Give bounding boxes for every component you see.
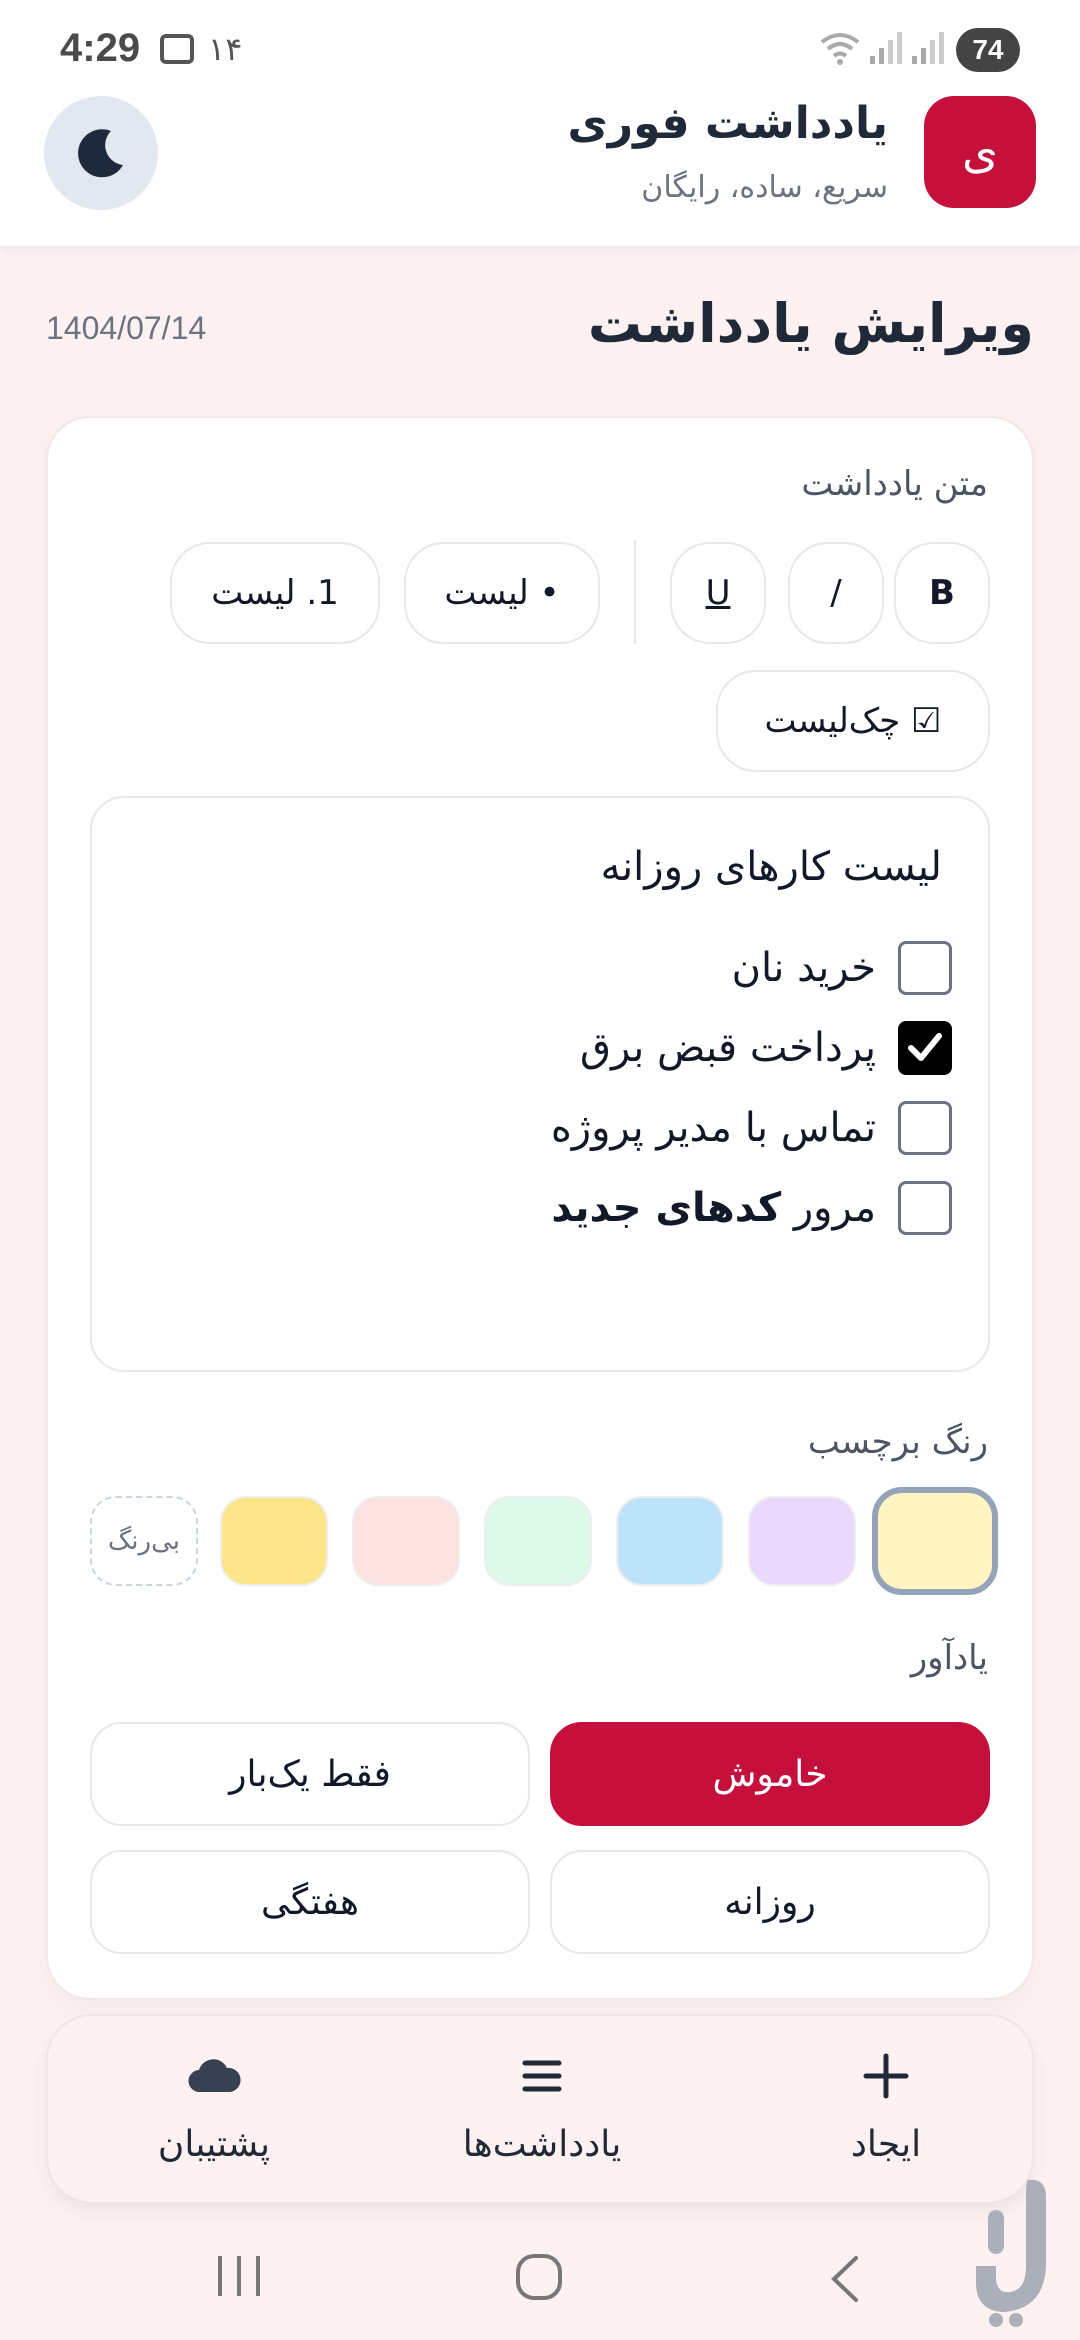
note-date: 1404/07/14 — [46, 310, 207, 346]
nav-notes-label: یادداشت‌ها — [462, 2124, 622, 2165]
bottom-navigation: ایجاد یادداشت‌ها پشتیبان — [46, 2014, 1034, 2204]
color-swatch-none[interactable]: بی‌رنگ — [90, 1496, 198, 1586]
nav-notes[interactable]: یادداشت‌ها — [392, 2016, 692, 2206]
screen-record-icon — [160, 34, 194, 64]
color-swatch-gold[interactable] — [220, 1496, 328, 1586]
nav-create-label: ایجاد — [850, 2124, 922, 2165]
checkbox-checked[interactable] — [898, 1021, 952, 1075]
app-subtitle: سریع، ساده، رایگان — [641, 170, 888, 205]
color-swatch-blue[interactable] — [616, 1496, 724, 1586]
status-time: 4:29 — [60, 26, 141, 70]
checklist-item-text-plain: مرور — [793, 1185, 876, 1231]
checklist-item-text-bold: کدهای جدید — [551, 1185, 782, 1231]
cloud-icon — [188, 2059, 241, 2093]
editor-label: متن یادداشت — [801, 464, 988, 504]
checklist-item-text: پرداخت قبض برق — [580, 1025, 876, 1071]
recent-apps-icon[interactable] — [214, 2254, 264, 2298]
signal-icon — [912, 32, 944, 64]
checklist-item[interactable]: پرداخت قبض برق — [580, 1020, 952, 1076]
battery-indicator: 74 — [956, 28, 1020, 72]
note-heading: لیست کارهای روزانه — [600, 844, 942, 890]
checklist-item-text: مرور کدهای جدید — [551, 1185, 876, 1231]
checklist-item-text: تماس با مدیر پروژه — [550, 1105, 876, 1151]
checklist-item-text: خرید نان — [731, 945, 876, 991]
checklist-item[interactable]: تماس با مدیر پروژه — [551, 1100, 952, 1156]
bold-button[interactable]: B — [894, 542, 990, 644]
nav-backup[interactable]: پشتیبان — [64, 2016, 364, 2206]
checklist-item[interactable]: مرور کدهای جدید — [551, 1180, 952, 1236]
app-bar — [0, 100, 1080, 248]
checklist-item[interactable]: خرید نان — [732, 940, 952, 996]
app-title: یادداشت فوری — [567, 98, 888, 149]
reminder-daily-button[interactable]: روزانه — [550, 1850, 990, 1954]
checkbox[interactable] — [898, 941, 952, 995]
app-logo: ی — [924, 96, 1036, 208]
underline-button[interactable]: U — [670, 542, 766, 644]
moon-icon — [78, 129, 123, 178]
bullet-list-button[interactable]: • لیست — [404, 542, 600, 644]
reminder-weekly-button[interactable]: هفتگی — [90, 1850, 530, 1954]
check-icon — [908, 1033, 942, 1061]
theme-toggle-button[interactable] — [44, 96, 158, 210]
reminder-off-button[interactable]: خاموش — [550, 1722, 990, 1826]
signal-icon — [870, 32, 902, 64]
reminder-once-button[interactable]: فقط یک‌بار — [90, 1722, 530, 1826]
checklist-button[interactable]: ☑ چک‌لیست — [716, 670, 990, 772]
italic-button[interactable]: / — [788, 542, 884, 644]
system-navigation-bar — [0, 2210, 1080, 2340]
nav-backup-label: پشتیبان — [157, 2124, 271, 2165]
checkbox[interactable] — [898, 1101, 952, 1155]
color-swatch-pink[interactable] — [352, 1496, 460, 1586]
plus-icon — [863, 2053, 909, 2099]
reminder-label: یادآور — [910, 1638, 988, 1678]
note-editor[interactable]: لیست کارهای روزانه خرید نان پرداخت قبض ب… — [90, 796, 990, 1372]
page-title: ویرایش یادداشت — [587, 292, 1034, 355]
numbered-list-button[interactable]: 1. لیست — [170, 542, 380, 644]
store-watermark-logo — [976, 2179, 1046, 2327]
checkbox[interactable] — [898, 1181, 952, 1235]
notification-count: ۱۴ — [208, 30, 243, 68]
wifi-icon — [820, 33, 860, 65]
menu-icon — [522, 2060, 562, 2092]
color-label: رنگ برچسب — [807, 1422, 988, 1462]
back-icon[interactable] — [826, 2254, 862, 2304]
color-swatch-green[interactable] — [484, 1496, 592, 1586]
status-bar: 4:29 ۱۴ 74 — [0, 0, 1080, 100]
color-swatch-yellow-selected[interactable] — [872, 1487, 998, 1595]
color-swatch-purple[interactable] — [748, 1496, 856, 1586]
toolbar-divider — [634, 540, 636, 644]
home-icon[interactable] — [514, 2252, 564, 2302]
